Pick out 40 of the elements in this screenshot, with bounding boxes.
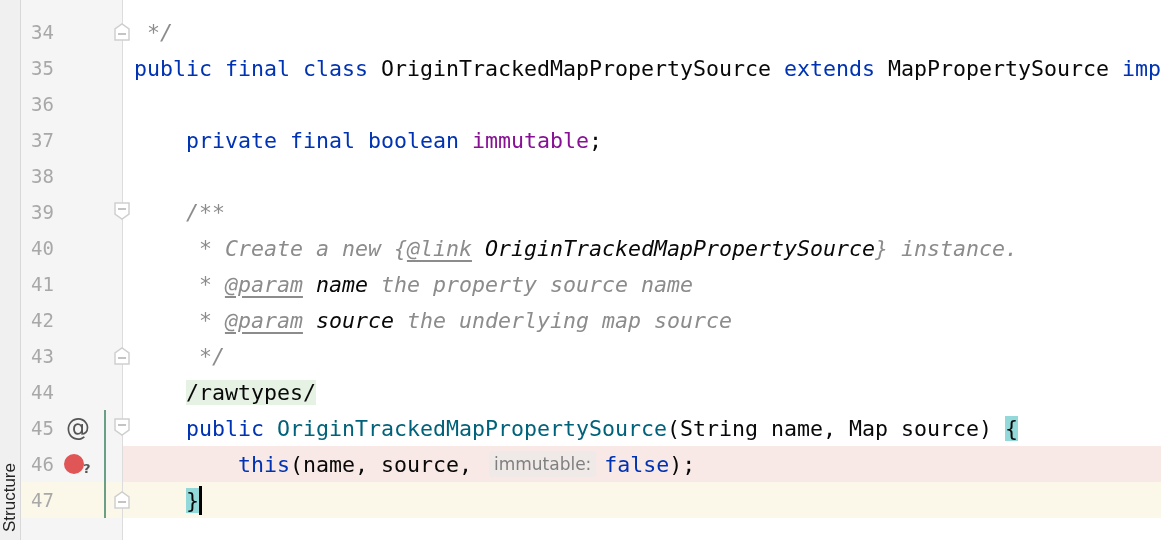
- line-number: 38: [30, 165, 54, 187]
- annotation-marker[interactable]: @: [65, 414, 90, 442]
- line-number: 43: [30, 345, 54, 367]
- code-text: public final class OriginTrackedMapPropertySource extends MapPropertySource imp: [133, 55, 1161, 81]
- line-number: 42: [30, 309, 54, 331]
- change-marker[interactable]: [103, 446, 106, 482]
- code-text: false);: [604, 451, 696, 477]
- line-number: 47: [30, 489, 54, 511]
- line-number: 44: [30, 381, 54, 403]
- code-text: /**: [184, 199, 225, 225]
- code-text: */: [197, 343, 225, 369]
- code-text: private final boolean immutable;: [184, 127, 602, 153]
- line-number: 36: [30, 93, 54, 115]
- line-number: 34: [30, 21, 54, 43]
- collapse-icon[interactable]: [113, 23, 130, 41]
- code-text: this(name, source,: [236, 451, 473, 477]
- line-number: 40: [30, 237, 54, 259]
- change-marker[interactable]: [103, 482, 106, 518]
- code-text: */: [145, 19, 173, 45]
- question-mark: ?: [82, 461, 91, 476]
- code-text: * Create a new {@link OriginTrackedMapPropertySource} instance.: [197, 235, 1018, 261]
- line-number: 37: [30, 129, 54, 151]
- code-text: public OriginTrackedMapPropertySource(String name, Map source) {: [184, 415, 1018, 441]
- code-text: }: [184, 487, 199, 513]
- line-number: 45: [30, 417, 54, 439]
- line-number: 39: [30, 201, 54, 223]
- collapse-icon[interactable]: [113, 491, 130, 509]
- collapse-icon[interactable]: [113, 347, 130, 365]
- tool-window-tab[interactable]: Structure: [0, 463, 20, 532]
- parameter-hint: immutable:: [488, 451, 597, 477]
- line-number: 41: [30, 273, 54, 295]
- code-text: * @param source the underlying map source: [197, 307, 732, 333]
- change-marker[interactable]: [103, 410, 106, 446]
- breakpoint-icon[interactable]: [63, 454, 84, 474]
- line-number: 35: [30, 57, 54, 79]
- code-text: * @param name the property source name: [197, 271, 693, 297]
- line-number: 46: [30, 453, 54, 475]
- code-text: /rawtypes/: [184, 379, 316, 405]
- collapse-icon[interactable]: [113, 202, 130, 220]
- collapse-icon[interactable]: [113, 418, 130, 436]
